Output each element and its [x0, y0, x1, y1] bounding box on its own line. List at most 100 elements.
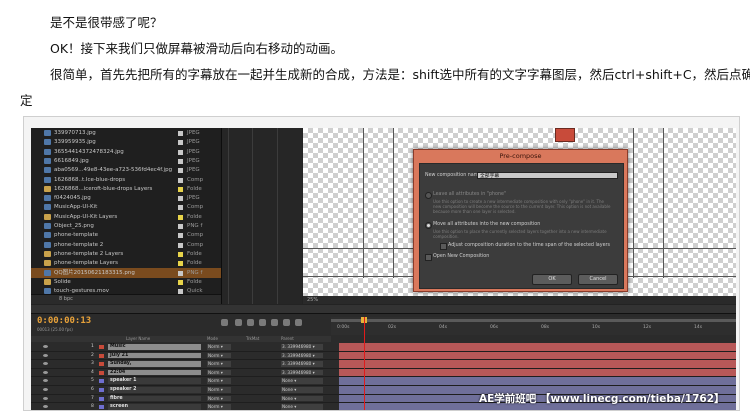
layer-parent-select[interactable]: 3. 339946980 ▾ [281, 369, 323, 376]
move-attributes-radio[interactable] [425, 222, 432, 229]
layer-parent-select[interactable]: 3. 339946980 ▾ [281, 361, 323, 367]
layer-number: 4 [91, 369, 94, 375]
composition-name-input[interactable]: 全部字幕 [477, 172, 618, 179]
layer-row[interactable]: 1 Music Norm ▾ 3. 339946980 ▾ [31, 343, 736, 352]
layer-parent-select[interactable]: None ▾ [281, 395, 323, 402]
layer-number: 2 [91, 352, 94, 358]
layer-mode-select[interactable]: Norm ▾ [207, 369, 231, 376]
eye-icon[interactable] [43, 379, 48, 383]
ruler-tick-label: 08s [541, 325, 550, 330]
article-paragraph-3: 很简单，首先先把所有的字幕放在一起并生成新的合成，方法是：shift选中所有的文… [50, 67, 750, 82]
footage-icon [44, 148, 51, 155]
layer-label-color[interactable] [99, 388, 104, 392]
open-new-comp-label: Open New Composition [433, 254, 490, 259]
leave-attributes-description: Use this option to create a new intermed… [433, 199, 611, 214]
layer-label-color[interactable] [99, 370, 104, 375]
layer-mode-select[interactable]: Norm ▾ [207, 352, 231, 359]
ruler-tick-label: 04s [439, 325, 448, 330]
layer-label-color[interactable] [99, 379, 104, 384]
layer-duration-bar[interactable] [339, 377, 736, 385]
search-icon[interactable] [221, 319, 228, 326]
layer-label-color[interactable] [99, 345, 104, 349]
effects-strip [222, 128, 302, 304]
footage-icon [44, 269, 51, 276]
label-swatch [178, 214, 183, 220]
cancel-button[interactable]: Cancel [578, 274, 618, 285]
current-time-indicator[interactable] [364, 317, 365, 410]
layer-name[interactable]: July 21 [108, 352, 201, 359]
layer-duration-bar[interactable] [339, 343, 736, 351]
layer-mode-select[interactable]: Norm ▾ [207, 344, 231, 350]
graph-editor-icon[interactable] [295, 319, 302, 326]
layer-parent-select[interactable]: None ▾ [281, 387, 323, 393]
work-area-bar[interactable] [331, 319, 736, 322]
draft-3d-icon[interactable] [247, 319, 254, 326]
dialog-body: New composition name: 全部字幕 Leave all att… [419, 163, 624, 289]
layer-mode-select[interactable]: Norm ▾ [207, 387, 231, 393]
layer-duration-bar[interactable] [339, 368, 736, 377]
layer-name[interactable]: speaker 2 [108, 387, 201, 393]
layer-name[interactable]: Music [108, 344, 201, 350]
layer-mode-select[interactable]: Norm ▾ [207, 361, 231, 367]
layer-row[interactable]: 5 speaker 1 Norm ▾ None ▾ [31, 377, 736, 386]
precompose-dialog: Pre-compose New composition name: 全部字幕 L… [413, 149, 628, 292]
layer-label-color[interactable] [99, 353, 104, 358]
layer-name[interactable]: 22:04 [108, 369, 201, 376]
leave-attributes-radio[interactable] [425, 192, 432, 199]
ok-button[interactable]: OK [532, 274, 572, 285]
layer-duration-bar[interactable] [339, 351, 736, 360]
layer-mode-select[interactable]: Norm ▾ [207, 395, 231, 402]
folder-icon [44, 278, 51, 285]
eye-icon[interactable] [43, 362, 48, 366]
layer-number: 5 [91, 378, 94, 384]
adjust-duration-checkbox[interactable] [440, 243, 447, 250]
layer-row[interactable]: 3 Sunday, Norm ▾ 3. 339946980 ▾ [31, 360, 736, 369]
layer-mode-select[interactable]: Norm ▾ [207, 378, 231, 384]
comp-mini-flowchart-icon[interactable] [235, 319, 242, 326]
zoom-level[interactable]: 25% [307, 296, 318, 304]
shy-icon[interactable] [259, 319, 266, 326]
layer-column-headers: Layer Name Mode TrkMat Parent [31, 336, 331, 342]
article-paragraph-1: 是不是很带感了呢？ [50, 15, 163, 30]
label-swatch [178, 233, 183, 239]
eye-icon[interactable] [43, 345, 48, 348]
layer-number: 3 [91, 361, 94, 367]
layer-name[interactable]: speaker 1 [108, 378, 201, 384]
article-paragraph-3-tail: 定 [20, 93, 33, 108]
eye-icon[interactable] [43, 370, 48, 374]
after-effects-window: 339970713.jpg JPEG 339959935.jpg JPEG 365544… [31, 128, 736, 410]
composition-icon [44, 204, 51, 211]
current-timecode[interactable]: 0:00:00:13 [37, 316, 91, 326]
ruler-tick-label: 0:00s [337, 325, 350, 330]
adjust-duration-label: Adjust composition duration to the time … [448, 243, 611, 248]
layer-parent-select[interactable]: 3. 339946980 ▾ [281, 344, 323, 350]
layer-row[interactable]: 4 22:04 Norm ▾ 3. 339946980 ▾ [31, 368, 736, 378]
project-panel: 339970713.jpg JPEG 339959935.jpg JPEG 365544… [31, 128, 222, 304]
layer-label-color[interactable] [99, 362, 104, 367]
motion-blur-icon[interactable] [283, 319, 290, 326]
eye-icon[interactable] [43, 388, 48, 391]
bpc-label[interactable]: 8 bpc [59, 295, 73, 304]
layer-name[interactable]: Sunday, [108, 361, 201, 367]
folder-icon [44, 260, 51, 267]
layer-parent-select[interactable]: 3. 339946980 ▾ [281, 352, 323, 359]
layer-label-color[interactable] [99, 396, 104, 401]
layer-row[interactable]: 2 July 21 Norm ▾ 3. 339946980 ▾ [31, 351, 736, 361]
move-attributes-description: Use this option to place the currently s… [433, 229, 607, 239]
open-new-comp-checkbox[interactable] [425, 254, 432, 261]
label-swatch [178, 186, 183, 192]
footage-icon [44, 167, 51, 174]
eye-icon[interactable] [43, 405, 48, 409]
eye-icon[interactable] [43, 353, 48, 357]
footage-icon [44, 130, 51, 136]
tutorial-screenshot: 339970713.jpg JPEG 339959935.jpg JPEG 365544… [23, 116, 740, 411]
composition-icon [44, 176, 51, 183]
layer-duration-bar[interactable] [339, 360, 736, 368]
label-swatch [178, 168, 183, 174]
layer-parent-select[interactable]: None ▾ [281, 378, 323, 384]
eye-icon[interactable] [43, 396, 48, 400]
label-swatch [178, 149, 183, 155]
leave-attributes-label: Leave all attributes in "phone" [433, 192, 507, 197]
frame-blending-icon[interactable] [271, 319, 278, 326]
layer-name[interactable]: fibre [108, 395, 201, 402]
